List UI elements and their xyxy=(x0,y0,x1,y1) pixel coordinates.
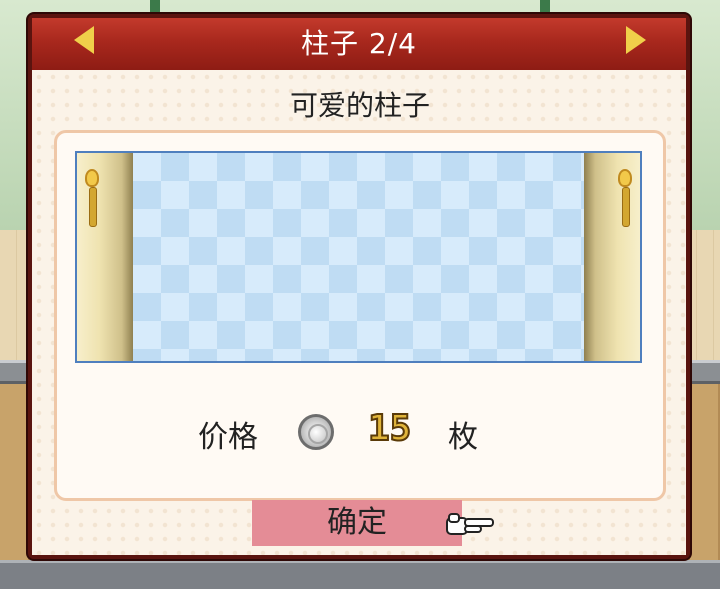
background-bottom-strip xyxy=(0,560,720,589)
price-value: 15 xyxy=(367,407,412,450)
price-label: 价格 xyxy=(198,420,258,455)
dialog-header: 柱子 2/4 xyxy=(32,18,686,73)
pillar-left xyxy=(77,153,133,361)
wall-lamp-icon xyxy=(618,171,632,227)
wall-lamp-icon xyxy=(85,171,99,227)
left-arrow-icon[interactable] xyxy=(74,26,94,54)
confirm-button[interactable]: 确定 xyxy=(252,500,462,546)
right-arrow-icon[interactable] xyxy=(626,26,646,54)
pointing-hand-icon xyxy=(446,513,494,535)
price-unit: 枚 xyxy=(448,420,478,455)
silver-coin-icon xyxy=(298,414,334,450)
item-name: 可爱的柱子 xyxy=(289,89,430,122)
pillar-right xyxy=(584,153,640,361)
price-row: 价格 15 枚 xyxy=(0,407,720,455)
item-preview xyxy=(75,151,642,363)
dialog-title: 柱子 2/4 xyxy=(301,27,417,60)
